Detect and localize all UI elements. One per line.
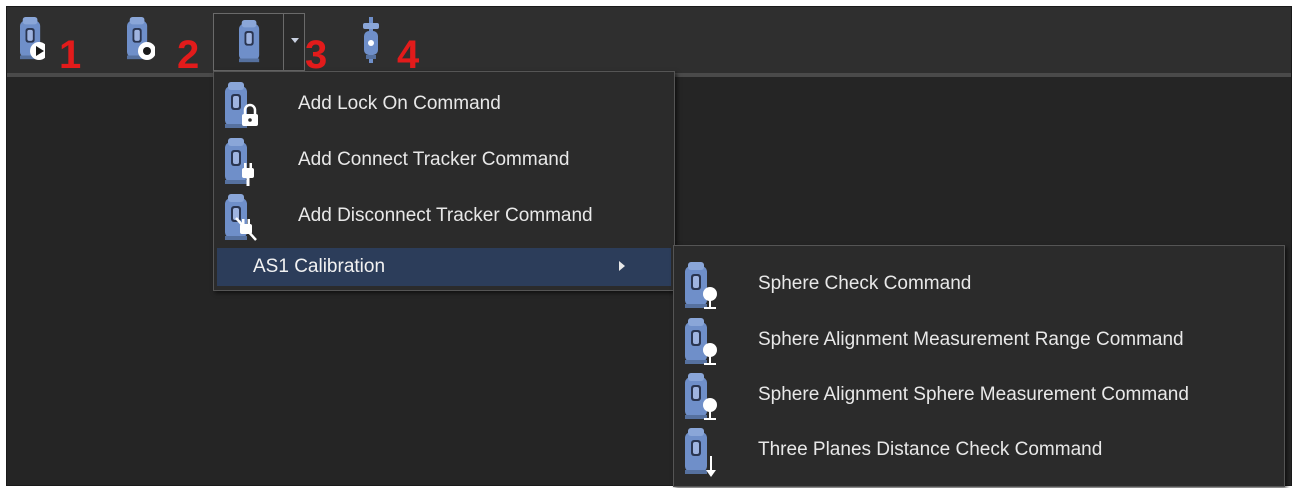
submenu-item-label: Sphere Alignment Measurement Range Comma… <box>758 329 1184 350</box>
submenu-arrow-icon <box>619 261 625 271</box>
tracker-dropdown-icon <box>236 20 264 64</box>
tracker-commands-menu: Add Lock On Command Add Connect Tracker … <box>213 71 675 291</box>
menu-item-add-lock-on[interactable]: Add Lock On Command <box>214 78 674 132</box>
menu-item-add-disconnect-tracker[interactable]: Add Disconnect Tracker Command <box>214 190 674 244</box>
menu-item-label: Add Lock On Command <box>298 93 501 114</box>
toolbar: 1 2 3 4 <box>7 7 1291 77</box>
dropdown-divider <box>283 14 284 70</box>
tracker-arrow-down-icon <box>685 428 716 477</box>
annotation-number-1: 1 <box>59 33 82 77</box>
tracker-sphere-icon <box>685 373 717 420</box>
tracker-disconnect-icon <box>225 194 257 241</box>
submenu-item-sphere-check[interactable]: Sphere Check Command <box>674 258 1284 312</box>
tracker-lock-icon <box>225 82 258 128</box>
run-tracker-button[interactable]: 1 <box>17 17 87 75</box>
tracker-stop-icon <box>121 17 155 60</box>
probe-button[interactable]: 4 <box>357 17 427 75</box>
tracker-connect-icon <box>225 138 254 186</box>
tracker-sphere-icon <box>685 318 717 365</box>
tracker-run-icon <box>17 17 45 60</box>
probe-icon <box>363 17 379 63</box>
app-window: 1 2 3 4 Add Lock On Command Add Connect … <box>6 6 1292 487</box>
chevron-down-icon[interactable] <box>291 38 299 43</box>
stop-tracker-button[interactable]: 2 <box>121 17 201 75</box>
tracker-commands-dropdown-button[interactable] <box>213 13 305 71</box>
annotation-number-3: 3 <box>305 33 328 77</box>
annotation-number-4: 4 <box>397 33 420 77</box>
annotation-number-2: 2 <box>177 33 200 77</box>
submenu-item-label: Sphere Check Command <box>758 273 972 294</box>
menu-item-label: Add Connect Tracker Command <box>298 149 570 170</box>
menu-item-add-connect-tracker[interactable]: Add Connect Tracker Command <box>214 134 674 188</box>
menu-item-label: AS1 Calibration <box>253 256 386 277</box>
submenu-item-label: Sphere Alignment Sphere Measurement Comm… <box>758 384 1189 405</box>
tracker-sphere-icon <box>685 262 717 309</box>
menu-item-as1-calibration[interactable]: AS1 Calibration <box>217 248 671 286</box>
as1-calibration-submenu: Sphere Check Command Sphere Alignment Me… <box>673 245 1285 487</box>
submenu-item-label: Three Planes Distance Check Command <box>758 439 1103 460</box>
submenu-item-sphere-alignment-sphere[interactable]: Sphere Alignment Sphere Measurement Comm… <box>674 369 1284 423</box>
submenu-item-three-planes-distance[interactable]: Three Planes Distance Check Command <box>674 424 1284 478</box>
menu-item-label: Add Disconnect Tracker Command <box>298 205 593 226</box>
submenu-item-sphere-alignment-range[interactable]: Sphere Alignment Measurement Range Comma… <box>674 314 1284 368</box>
